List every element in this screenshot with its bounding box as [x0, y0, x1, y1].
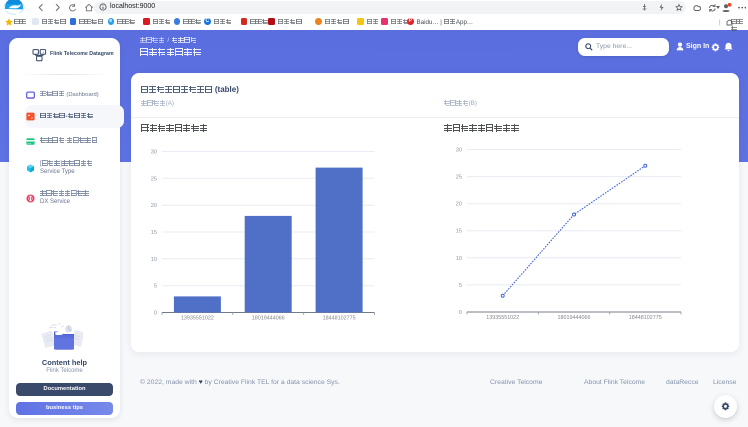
- svg-text:15: 15: [151, 230, 157, 236]
- svg-text:30: 30: [151, 150, 157, 156]
- svg-text:18448102775: 18448102775: [323, 316, 356, 322]
- svg-text:18448102775: 18448102775: [629, 315, 662, 321]
- svg-text:20: 20: [456, 202, 462, 208]
- svg-text:10: 10: [456, 256, 462, 262]
- svg-text:25: 25: [151, 176, 157, 182]
- svg-text:13935551022: 13935551022: [486, 315, 519, 321]
- svg-text:10: 10: [151, 257, 157, 263]
- svg-text:25: 25: [456, 175, 462, 181]
- svg-text:13935551022: 13935551022: [181, 316, 214, 322]
- svg-text:5: 5: [459, 283, 462, 289]
- svg-text:5: 5: [154, 284, 157, 290]
- svg-text:18019444066: 18019444066: [558, 315, 591, 321]
- svg-text:20: 20: [151, 203, 157, 209]
- svg-text:18019444066: 18019444066: [252, 316, 285, 322]
- svg-text:0: 0: [154, 311, 157, 317]
- svg-text:15: 15: [456, 229, 462, 235]
- svg-text:0: 0: [459, 310, 462, 316]
- svg-text:30: 30: [456, 148, 462, 154]
